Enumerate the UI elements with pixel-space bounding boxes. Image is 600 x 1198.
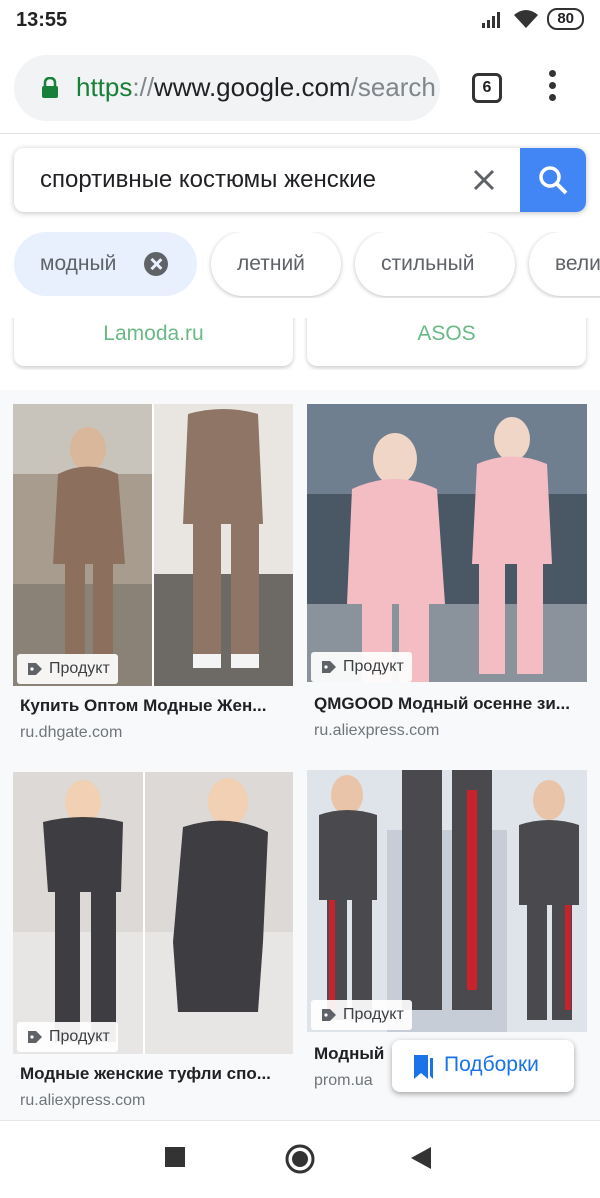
url-scheme: https [76, 72, 133, 102]
url-path: /search?q=спортивные [350, 72, 436, 102]
chip-letny[interactable]: летний [211, 232, 341, 296]
store-card-lamoda[interactable]: Lamoda.ru [14, 318, 293, 366]
status-time: 13:55 [16, 9, 68, 31]
url-separator: :// [132, 72, 155, 102]
result-thumbnail[interactable] [13, 404, 293, 686]
filter-chips: модный летний стильный вели [14, 232, 600, 298]
chip-label: стильный [381, 252, 475, 275]
search-icon [539, 166, 568, 195]
status-icons: 80 [481, 8, 584, 30]
result-title[interactable]: Модный [314, 1044, 394, 1064]
result-title[interactable]: Модные женские туфли спо... [20, 1064, 288, 1084]
status-bar: 13:55 80 [0, 0, 600, 40]
bookmark-icon [414, 1055, 433, 1079]
result-source: ru.aliexpress.com [314, 722, 440, 739]
chip-remove-icon[interactable] [144, 252, 168, 276]
system-nav-bar [0, 1120, 600, 1198]
tag-icon [322, 1009, 336, 1021]
lock-icon [42, 77, 58, 98]
url-host: www.google.com [154, 72, 351, 102]
store-name: ASOS [417, 322, 476, 345]
search-button[interactable] [520, 148, 586, 212]
clear-icon[interactable] [468, 164, 500, 196]
url-text[interactable]: https://www.google.com/search?q=спортивн… [76, 72, 436, 103]
result-thumbnail[interactable] [13, 772, 293, 1054]
tag-icon [28, 1031, 42, 1043]
chip-veli[interactable]: вели [529, 232, 600, 296]
collections-label: Подборки [444, 1053, 539, 1076]
badge-label: Продукт [49, 660, 110, 677]
signal-icon [482, 12, 501, 28]
tag-icon [322, 661, 336, 673]
result-title[interactable]: QMGOOD Модный осенне зи... [314, 694, 582, 714]
badge-label: Продукт [343, 1006, 404, 1023]
search-input[interactable]: спортивные костюмы женские [40, 166, 376, 194]
result-thumbnail[interactable] [307, 404, 587, 682]
store-card-asos[interactable]: ASOS [307, 318, 586, 366]
result-thumbnail[interactable] [307, 770, 587, 1032]
store-cards: Lamoda.ru ASOS [0, 318, 600, 370]
chip-label: летний [237, 252, 305, 275]
chip-label: модный [40, 252, 117, 275]
chip-stilny[interactable]: стильный [355, 232, 515, 296]
result-title[interactable]: Купить Оптом Модные Жен... [20, 696, 288, 716]
tab-switcher-button[interactable]: 6 [472, 73, 502, 103]
chip-label: вели [555, 252, 600, 275]
battery-indicator: 80 [547, 8, 584, 30]
back-icon[interactable] [410, 1146, 432, 1170]
image-results: Продукт Купить Оптом Модные Жен... ru.dh… [0, 390, 600, 1120]
tag-icon [28, 663, 42, 675]
result-source: ru.dhgate.com [20, 724, 123, 741]
chip-modny[interactable]: модный [14, 232, 197, 296]
recents-icon[interactable] [164, 1146, 186, 1168]
result-source: ru.aliexpress.com [20, 1092, 146, 1109]
badge-label: Продукт [49, 1028, 110, 1045]
wifi-icon [514, 10, 539, 28]
search-box[interactable]: спортивные костюмы женские [14, 148, 586, 212]
product-badge: Продукт [17, 1022, 118, 1052]
overflow-menu-icon[interactable] [543, 70, 561, 106]
product-badge: Продукт [311, 1000, 412, 1030]
store-name: Lamoda.ru [103, 322, 204, 345]
url-bar[interactable]: https://www.google.com/search?q=спортивн… [14, 55, 440, 121]
collections-button[interactable]: Подборки [392, 1040, 574, 1092]
header-divider [0, 133, 600, 134]
product-badge: Продукт [17, 654, 118, 684]
home-icon[interactable] [284, 1143, 316, 1175]
image-result[interactable]: Продукт Купить Оптом Модные Жен... ru.dh… [13, 404, 293, 744]
result-source: prom.ua [314, 1072, 373, 1089]
badge-label: Продукт [343, 658, 404, 675]
product-badge: Продукт [311, 652, 412, 682]
image-result[interactable]: Продукт Модные женские туфли спо... ru.a… [13, 772, 293, 1112]
image-result[interactable]: Продукт QMGOOD Модный осенне зи... ru.al… [307, 404, 587, 744]
